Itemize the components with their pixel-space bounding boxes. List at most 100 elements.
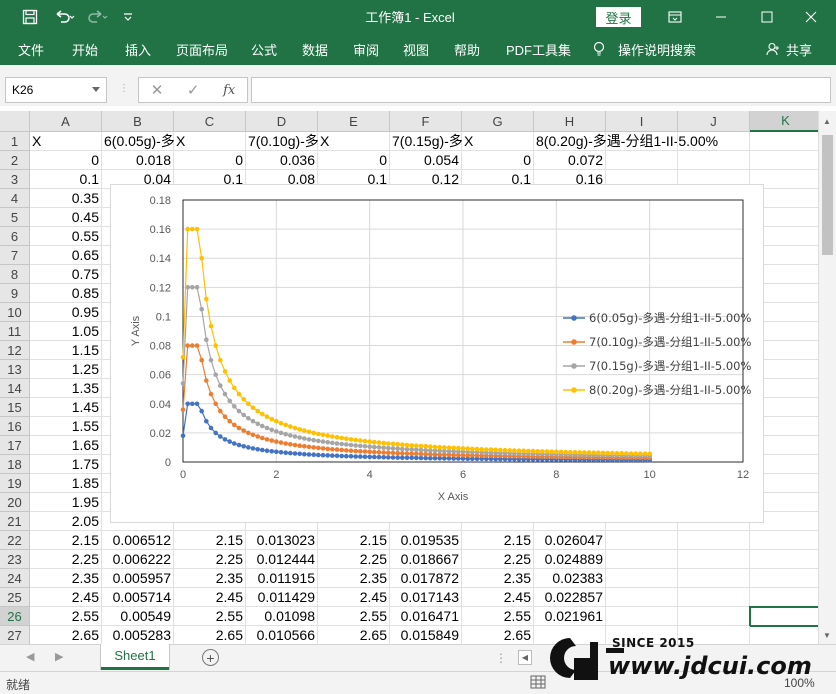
tab-home[interactable]: 开始 <box>72 33 98 65</box>
row-header-11[interactable]: 11 <box>0 322 30 341</box>
maximize-icon[interactable] <box>754 0 780 33</box>
row-header-18[interactable]: 18 <box>0 455 30 474</box>
cell-a5[interactable]: 0.45 <box>30 208 102 227</box>
cell-i1[interactable] <box>606 132 678 151</box>
scroll-left-icon[interactable]: ◀ <box>518 650 532 665</box>
login-button[interactable]: 登录 <box>596 7 641 27</box>
row-header-9[interactable]: 9 <box>0 284 30 303</box>
cell-g1[interactable]: X <box>462 132 534 151</box>
cell-g27[interactable]: 2.65 <box>462 626 534 644</box>
cell-a14[interactable]: 1.35 <box>30 379 102 398</box>
scroll-up-icon[interactable]: ▲ <box>823 117 831 126</box>
cell-a15[interactable]: 1.45 <box>30 398 102 417</box>
cell-e23[interactable]: 2.25 <box>318 550 390 569</box>
cell-c2[interactable]: 0 <box>174 151 246 170</box>
sheet-prev-icon[interactable]: ◀ <box>26 650 34 663</box>
column-header-a[interactable]: A <box>30 111 102 132</box>
cell-j1[interactable] <box>678 132 750 151</box>
cell-a17[interactable]: 1.65 <box>30 436 102 455</box>
cell-k24[interactable] <box>750 569 818 588</box>
cell-a22[interactable]: 2.15 <box>30 531 102 550</box>
row-header-3[interactable]: 3 <box>0 170 30 189</box>
scatter-chart[interactable]: 0 2 4 6 8 10 12 0 0.02 0.04 0.06 0.08 0.1 0.12 0.14 0.1… <box>110 184 764 523</box>
cell-a23[interactable]: 2.25 <box>30 550 102 569</box>
row-header-14[interactable]: 14 <box>0 379 30 398</box>
cell-c27[interactable]: 2.65 <box>174 626 246 644</box>
minimize-icon[interactable] <box>708 0 734 33</box>
cell-b2[interactable]: 0.018 <box>102 151 174 170</box>
enter-icon[interactable]: ✓ <box>187 81 200 99</box>
insert-function-button[interactable]: fx <box>223 83 235 98</box>
tab-insert[interactable]: 插入 <box>125 33 151 65</box>
cell-k25[interactable] <box>750 588 818 607</box>
cell-j22[interactable] <box>678 531 750 550</box>
cell-a27[interactable]: 2.65 <box>30 626 102 644</box>
cell-i26[interactable] <box>606 607 678 626</box>
cell-b23[interactable]: 0.006222 <box>102 550 174 569</box>
cell-e1[interactable]: X <box>318 132 390 151</box>
column-header-c[interactable]: C <box>174 111 246 132</box>
row-header-8[interactable]: 8 <box>0 265 30 284</box>
cell-h24[interactable]: 0.02383 <box>534 569 606 588</box>
row-header-23[interactable]: 23 <box>0 550 30 569</box>
cell-e25[interactable]: 2.45 <box>318 588 390 607</box>
cell-f23[interactable]: 0.018667 <box>390 550 462 569</box>
cell-c22[interactable]: 2.15 <box>174 531 246 550</box>
cell-a18[interactable]: 1.75 <box>30 455 102 474</box>
column-header-b[interactable]: B <box>102 111 174 132</box>
cell-c1[interactable]: X <box>174 132 246 151</box>
cell-a2[interactable]: 0 <box>30 151 102 170</box>
cell-g2[interactable]: 0 <box>462 151 534 170</box>
column-header-j[interactable]: J <box>678 111 750 132</box>
cell-e26[interactable]: 2.55 <box>318 607 390 626</box>
ribbon-display-options-icon[interactable] <box>662 0 688 33</box>
cell-g24[interactable]: 2.35 <box>462 569 534 588</box>
save-icon[interactable] <box>18 0 42 33</box>
select-all-corner[interactable] <box>0 111 30 132</box>
cell-d23[interactable]: 0.012444 <box>246 550 318 569</box>
cell-f25[interactable]: 0.017143 <box>390 588 462 607</box>
cell-h25[interactable]: 0.022857 <box>534 588 606 607</box>
cell-e27[interactable]: 2.65 <box>318 626 390 644</box>
tell-me-search[interactable]: 操作说明搜索 <box>618 33 696 65</box>
cell-b25[interactable]: 0.005714 <box>102 588 174 607</box>
cell-a25[interactable]: 2.45 <box>30 588 102 607</box>
cell-j2[interactable] <box>678 151 750 170</box>
row-header-12[interactable]: 12 <box>0 341 30 360</box>
cell-a10[interactable]: 0.95 <box>30 303 102 322</box>
cell-g23[interactable]: 2.25 <box>462 550 534 569</box>
row-header-15[interactable]: 15 <box>0 398 30 417</box>
cell-g26[interactable]: 2.55 <box>462 607 534 626</box>
tab-page-layout[interactable]: 页面布局 <box>176 33 228 65</box>
row-header-24[interactable]: 24 <box>0 569 30 588</box>
cell-c23[interactable]: 2.25 <box>174 550 246 569</box>
cell-g25[interactable]: 2.45 <box>462 588 534 607</box>
cell-e24[interactable]: 2.35 <box>318 569 390 588</box>
name-box[interactable]: K26 <box>5 77 107 103</box>
cell-b27[interactable]: 0.005283 <box>102 626 174 644</box>
cell-a11[interactable]: 1.05 <box>30 322 102 341</box>
column-header-k[interactable]: K <box>750 111 818 132</box>
row-header-7[interactable]: 7 <box>0 246 30 265</box>
cell-a8[interactable]: 0.75 <box>30 265 102 284</box>
cell-d25[interactable]: 0.011429 <box>246 588 318 607</box>
row-header-20[interactable]: 20 <box>0 493 30 512</box>
cell-b22[interactable]: 0.006512 <box>102 531 174 550</box>
cell-h1[interactable]: 8(0.20g)-多遇-分组1-II-5.00% <box>534 132 718 151</box>
row-header-26[interactable]: 26 <box>0 607 30 626</box>
cell-a20[interactable]: 1.95 <box>30 493 102 512</box>
cell-f24[interactable]: 0.017872 <box>390 569 462 588</box>
tab-pdf-tools[interactable]: PDF工具集 <box>506 33 571 65</box>
cell-d22[interactable]: 0.013023 <box>246 531 318 550</box>
cancel-icon[interactable]: ✕ <box>151 81 164 99</box>
cell-a12[interactable]: 1.15 <box>30 341 102 360</box>
row-header-22[interactable]: 22 <box>0 531 30 550</box>
cell-a1[interactable]: X <box>30 132 102 151</box>
cell-i24[interactable] <box>606 569 678 588</box>
undo-icon[interactable] <box>50 0 78 33</box>
tab-review[interactable]: 审阅 <box>353 33 379 65</box>
cell-d26[interactable]: 0.01098 <box>246 607 318 626</box>
cell-h23[interactable]: 0.024889 <box>534 550 606 569</box>
vertical-scrollbar[interactable]: ▲ ▼ <box>818 111 836 644</box>
cell-b1[interactable]: 6(0.05g)-多 <box>102 132 175 151</box>
